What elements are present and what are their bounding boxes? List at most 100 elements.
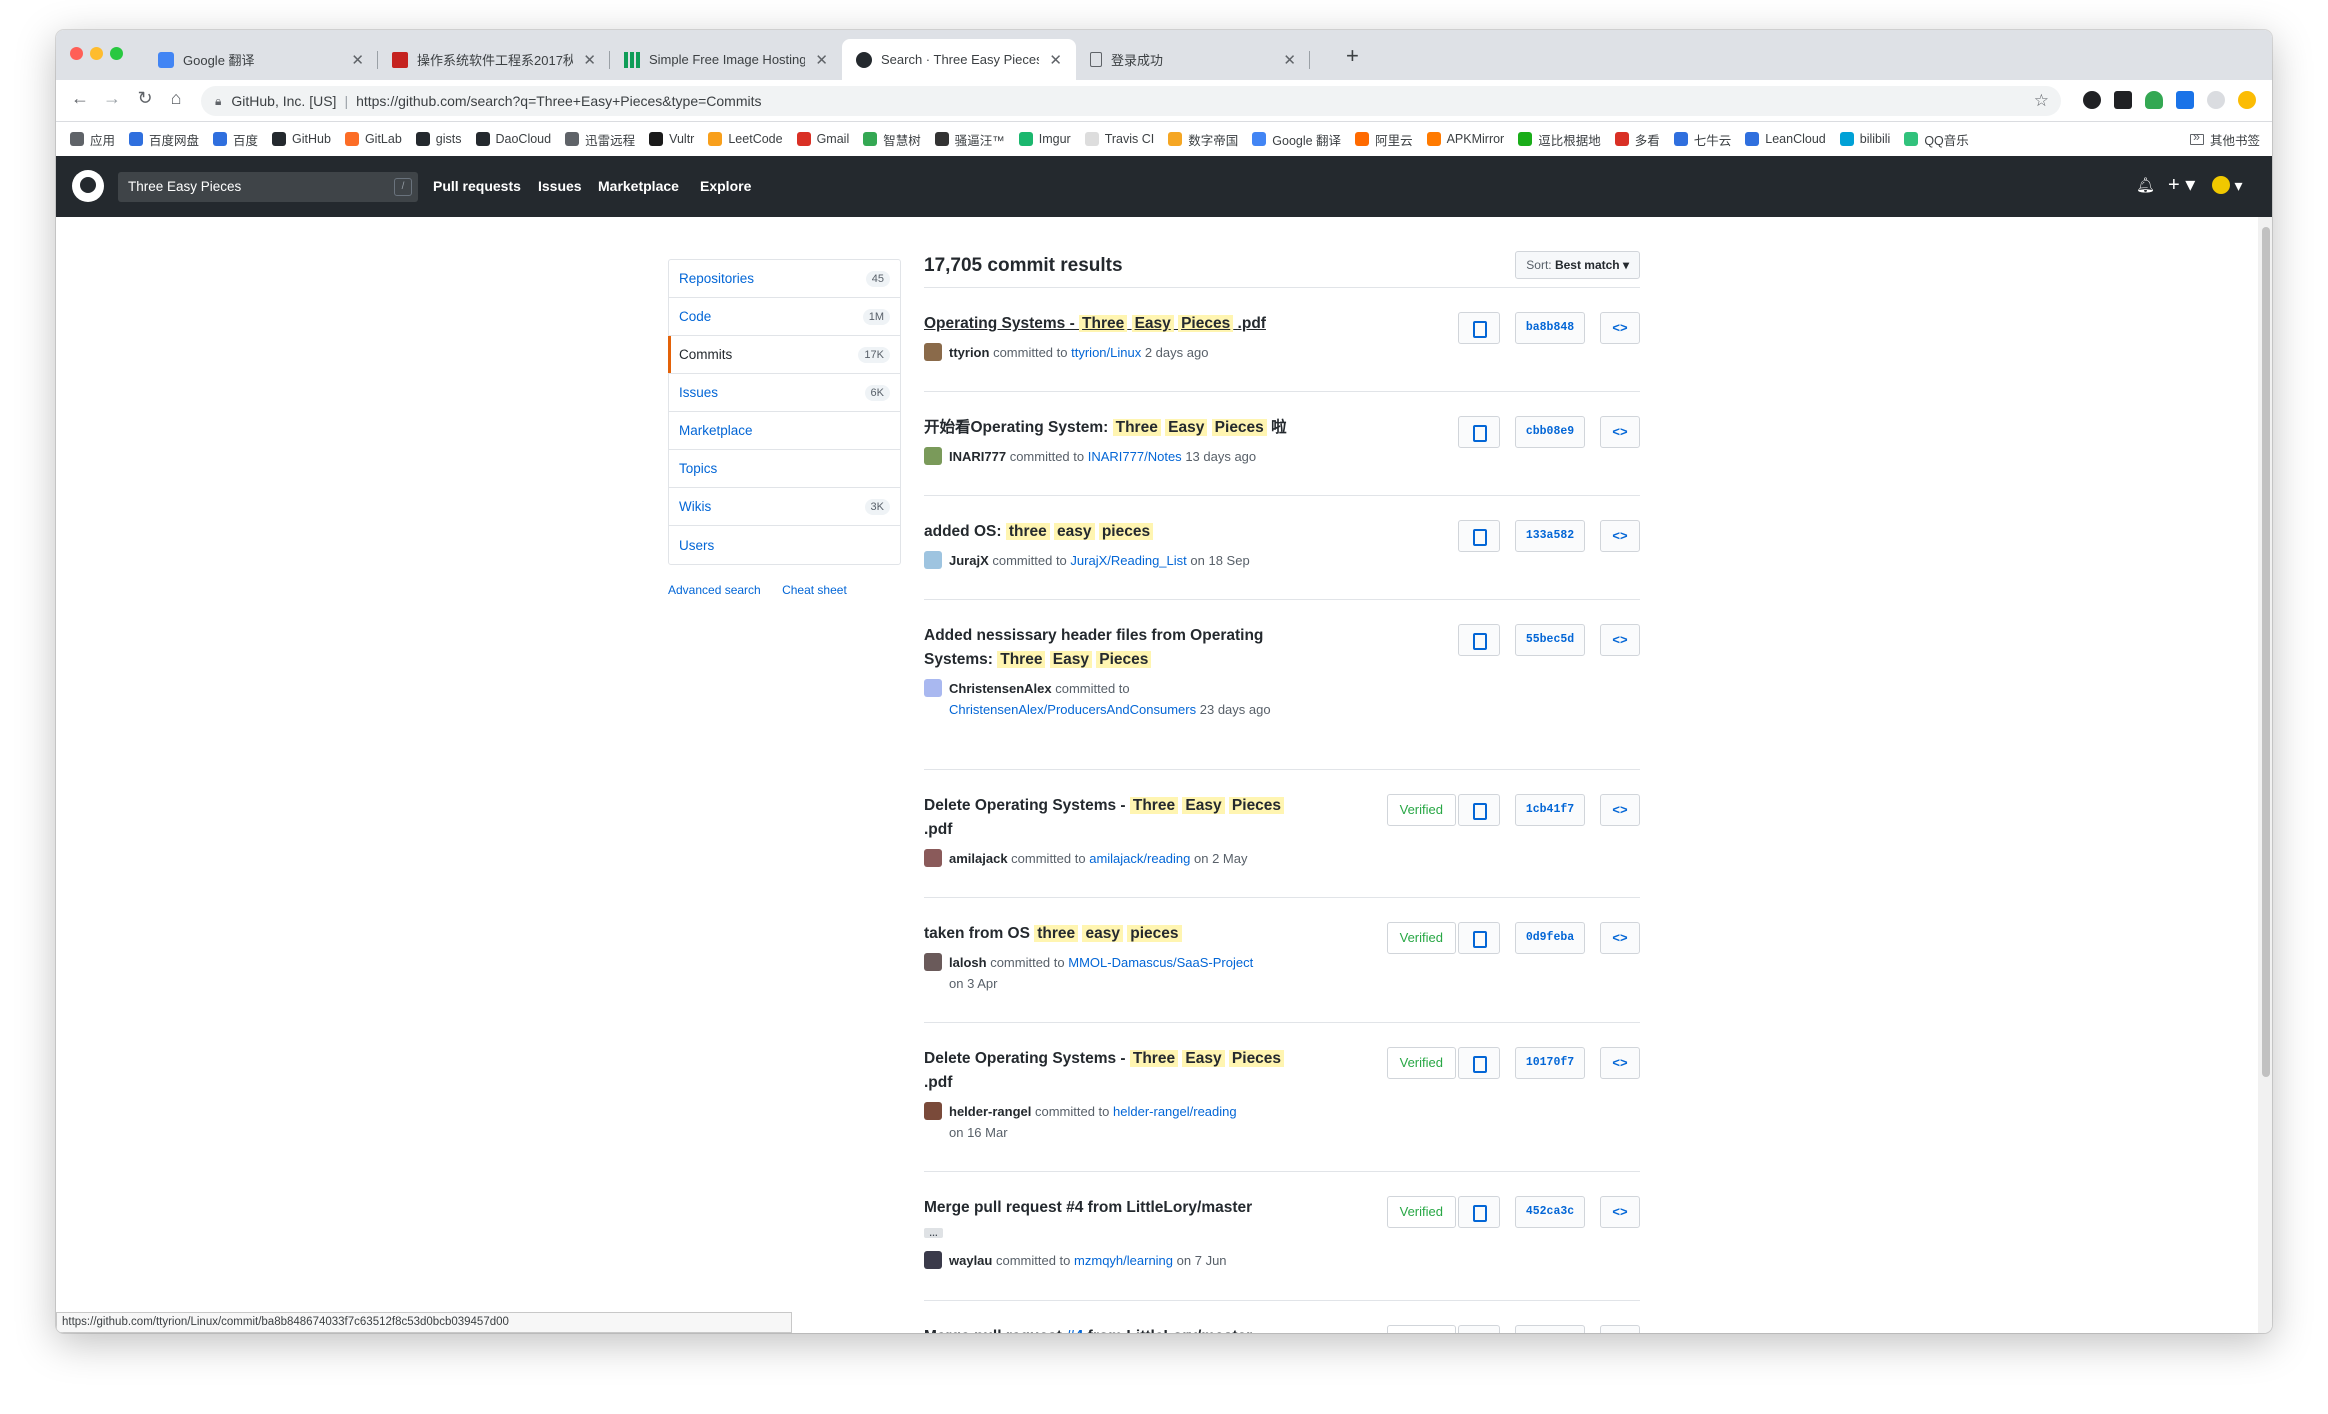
repository-link[interactable]: ChristensenAlex/ProducersAndConsumers [949, 702, 1196, 717]
maximize-window-button[interactable] [110, 47, 123, 60]
bookmark-item[interactable]: LeetCode [708, 132, 783, 146]
url-text[interactable]: https://github.com/search?q=Three+Easy+P… [356, 93, 761, 109]
bookmark-item[interactable]: Google 翻译 [1252, 130, 1341, 149]
close-tab-icon[interactable]: ✕ [1049, 51, 1062, 69]
bookmark-item[interactable]: APKMirror [1426, 132, 1504, 146]
bookmark-item[interactable]: bilibili [1839, 132, 1890, 146]
repository-link[interactable]: mzmqyh/learning [1074, 1253, 1173, 1268]
menu-item-issues[interactable]: Issues 6K [669, 374, 900, 412]
menu-item-users[interactable]: Users [669, 526, 900, 564]
github-logo-icon[interactable] [72, 170, 104, 202]
copy-sha-button[interactable] [1458, 794, 1500, 826]
tab-github-search[interactable]: Search · Three Easy Pieces ✕ [842, 39, 1076, 80]
copy-sha-button[interactable] [1458, 312, 1500, 344]
bookmark-item[interactable]: Gmail [796, 132, 849, 146]
repository-link[interactable]: ttyrion/Linux [1071, 345, 1141, 360]
tab-os-course[interactable]: 操作系统软件工程系2017秋季A ✕ [378, 39, 610, 80]
close-window-button[interactable] [70, 47, 83, 60]
author-link[interactable]: JurajX [949, 553, 989, 568]
create-new-icon[interactable]: + ▾ [2168, 172, 2195, 197]
avatar[interactable] [924, 849, 942, 867]
bookmark-item[interactable]: 应用 [70, 130, 115, 149]
verified-badge[interactable]: Verified [1386, 1047, 1456, 1079]
extension-icon[interactable] [2176, 91, 2194, 109]
nav-explore[interactable]: Explore [700, 178, 751, 194]
bookmark-item[interactable]: 百度 [213, 130, 258, 149]
sort-dropdown[interactable]: Sort: Best match ▾ [1515, 251, 1640, 279]
expand-message-button[interactable]: … [924, 1228, 943, 1238]
back-icon[interactable]: ← [68, 88, 92, 109]
home-icon[interactable]: ⌂ [164, 88, 188, 109]
commit-sha-link[interactable]: 452ca3c [1515, 1196, 1585, 1228]
extension-icon[interactable] [2145, 91, 2163, 109]
menu-item-marketplace[interactable]: Marketplace [669, 412, 900, 450]
bookmark-item[interactable]: 多看 [1614, 130, 1660, 149]
avatar[interactable] [924, 1102, 942, 1120]
browse-code-button[interactable]: <> [1600, 1325, 1640, 1333]
repository-link[interactable]: helder-rangel/reading [1113, 1104, 1237, 1119]
bookmark-item[interactable]: gists [415, 132, 462, 146]
commit-message[interactable]: Merge pull request #4 from LittleLory/ma… [924, 1196, 1309, 1244]
close-tab-icon[interactable]: ✕ [351, 51, 364, 69]
copy-sha-button[interactable] [1458, 416, 1500, 448]
bookmark-item[interactable]: LeanCloud [1745, 132, 1826, 146]
author-link[interactable]: ChristensenAlex [949, 681, 1052, 696]
verified-badge[interactable]: Verified [1386, 922, 1456, 954]
menu-item-code[interactable]: Code 1M [669, 298, 900, 336]
menu-item-repositories[interactable]: Repositories 45 [669, 260, 900, 298]
avatar[interactable] [924, 551, 942, 569]
scrollbar-thumb[interactable] [2262, 227, 2270, 1077]
browse-code-button[interactable]: <> [1600, 1196, 1640, 1228]
bookmark-item[interactable]: Vultr [649, 132, 694, 146]
menu-item-wikis[interactable]: Wikis 3K [669, 488, 900, 526]
commit-message[interactable]: 开始看Operating System: Three Easy Pieces 啦 [924, 416, 1309, 440]
new-tab-button[interactable]: + [1346, 43, 1359, 69]
browse-code-button[interactable]: <> [1600, 520, 1640, 552]
author-link[interactable]: amilajack [949, 851, 1008, 866]
forward-icon[interactable]: → [100, 88, 124, 109]
browse-code-button[interactable]: <> [1600, 794, 1640, 826]
address-bar[interactable]: 🔒︎ GitHub, Inc. [US] | https://github.co… [201, 86, 2061, 116]
profile-avatar[interactable] [2238, 91, 2256, 109]
commit-sha-link[interactable]: 10170f7 [1515, 1047, 1585, 1079]
bookmark-item[interactable]: 迅雷远程 [565, 130, 635, 149]
commit-message[interactable]: added OS: three easy pieces [924, 520, 1309, 544]
menu-item-commits[interactable]: Commits 17K [668, 336, 900, 374]
bookmark-item[interactable]: 智慧树 [863, 130, 921, 149]
commit-message[interactable]: Delete Operating Systems - Three Easy Pi… [924, 1047, 1309, 1095]
commit-sha-link[interactable]: 55bec5d [1515, 624, 1585, 656]
minimize-window-button[interactable] [90, 47, 103, 60]
reload-icon[interactable]: ↻ [133, 88, 157, 109]
commit-sha-link[interactable]: cbb08e9 [1515, 416, 1585, 448]
copy-sha-button[interactable] [1458, 922, 1500, 954]
bookmark-item[interactable]: Imgur [1018, 132, 1071, 146]
avatar[interactable] [924, 953, 942, 971]
commit-sha-link[interactable]: 452ca3c [1515, 1325, 1585, 1333]
bookmark-item[interactable]: DaoCloud [475, 132, 551, 146]
commit-sha-link[interactable]: 1cb41f7 [1515, 794, 1585, 826]
close-tab-icon[interactable]: ✕ [583, 51, 596, 69]
author-link[interactable]: INARI777 [949, 449, 1006, 464]
author-link[interactable]: ttyrion [949, 345, 989, 360]
commit-message[interactable]: Delete Operating Systems - Three Easy Pi… [924, 794, 1309, 842]
commit-message[interactable]: Merge pull request #4 from LittleLory/ma… [924, 1325, 1309, 1333]
bookmark-star-icon[interactable]: ☆ [2034, 91, 2049, 111]
nav-issues[interactable]: Issues [538, 178, 582, 194]
close-tab-icon[interactable]: ✕ [1283, 51, 1296, 69]
extension-icon[interactable] [2114, 91, 2132, 109]
browse-code-button[interactable]: <> [1600, 1047, 1640, 1079]
verified-badge[interactable]: Verified [1386, 1196, 1456, 1228]
advanced-search-link[interactable]: Advanced search [668, 583, 761, 597]
search-input[interactable]: Three Easy Pieces / [118, 172, 418, 202]
close-tab-icon[interactable]: ✕ [815, 51, 828, 69]
browse-code-button[interactable]: <> [1600, 416, 1640, 448]
bookmark-item[interactable]: 逗比根据地 [1518, 130, 1601, 149]
author-link[interactable]: helder-rangel [949, 1104, 1031, 1119]
nav-pull-requests[interactable]: Pull requests [433, 178, 521, 194]
menu-item-topics[interactable]: Topics [669, 450, 900, 488]
verified-badge[interactable]: Verified [1386, 794, 1456, 826]
commit-message[interactable]: Operating Systems - Three Easy Pieces .p… [924, 312, 1309, 336]
bookmark-item[interactable]: 骚逼汪™ [934, 130, 1005, 149]
bookmark-item[interactable]: GitHub [272, 132, 331, 146]
repository-link[interactable]: JurajX/Reading_List [1070, 553, 1186, 568]
